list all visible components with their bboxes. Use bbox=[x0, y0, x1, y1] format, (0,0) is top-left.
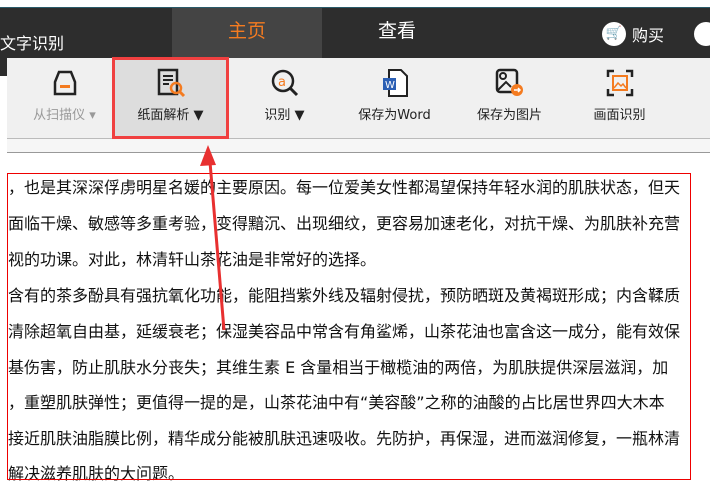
annotation-arrow-icon bbox=[200, 145, 226, 331]
